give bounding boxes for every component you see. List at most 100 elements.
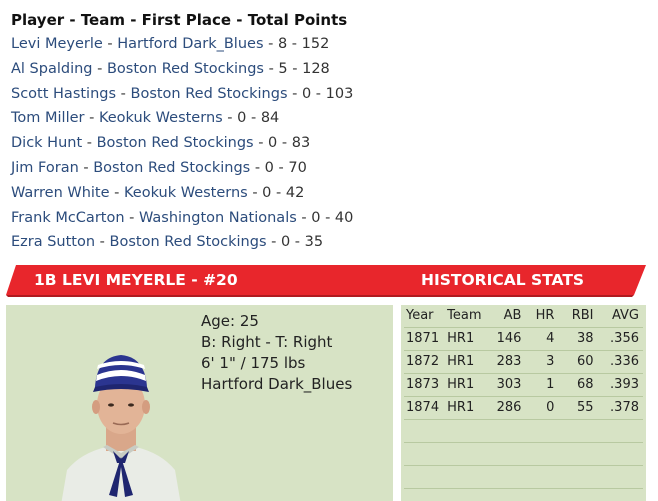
ab-cell: 283 <box>486 350 522 374</box>
score-text: - 5 - 128 <box>263 60 330 77</box>
score-text: - 0 - 103 <box>287 85 354 102</box>
team-link[interactable]: Boston Red Stockings <box>107 61 264 77</box>
stats-title: HISTORICAL STATS <box>421 271 585 289</box>
team-cell: HR1 <box>443 396 487 420</box>
player-bio: Age: 25 B: Right - T: Right 6' 1" / 175 … <box>201 311 352 395</box>
col-hr: HR <box>521 305 555 328</box>
stats-row: 1872 HR1 283 3 60.336 <box>404 350 643 374</box>
stats-row: 1871 HR1 146 4 38.356 <box>404 327 643 351</box>
avg-cell: .356 <box>593 327 643 351</box>
stats-panel: Year Team AB HR RBI AVG 1871 HR1 146 4 38.35… <box>401 305 646 501</box>
player-bats-throws: B: Right - T: Right <box>201 333 333 351</box>
separator: - <box>109 184 124 201</box>
col-year: Year <box>404 305 444 328</box>
player-age: Age: 25 <box>201 312 259 330</box>
stats-empty-row <box>404 419 643 443</box>
hr-cell: 4 <box>521 327 555 351</box>
leaderboard-row: Warren White - Keokuk Westerns - 0 - 42 <box>11 181 651 206</box>
hr-cell: 3 <box>521 350 555 374</box>
rbi-cell: 38 <box>554 327 594 351</box>
leaderboard-row: Al Spalding - Boston Red Stockings - 5 -… <box>11 57 651 82</box>
separator: - <box>92 60 107 77</box>
leaderboard-row: Frank McCarton - Washington Nationals - … <box>11 206 651 231</box>
separator: - <box>95 234 110 251</box>
player-link[interactable]: Warren White <box>11 185 110 201</box>
score-text: - 8 - 152 <box>263 36 330 52</box>
leaderboard-row: Levi Meyerle - Hartford Dark_Blues - 8 -… <box>11 32 651 57</box>
team-link[interactable]: Boston Red Stockings <box>93 160 250 176</box>
col-rbi: RBI <box>554 305 594 328</box>
year-cell: 1873 <box>404 373 444 397</box>
score-text: - 0 - 70 <box>250 159 307 176</box>
year-cell: 1872 <box>404 350 444 374</box>
empty-cell <box>404 442 643 466</box>
team-cell: HR1 <box>443 373 487 397</box>
player-link[interactable]: Dick Hunt <box>11 135 82 151</box>
player-link[interactable]: Ezra Sutton <box>11 234 95 250</box>
team-link[interactable]: Keokuk Westerns <box>99 110 223 126</box>
stats-row: 1873 HR1 303 1 68.393 <box>404 373 643 397</box>
player-link[interactable]: Jim Foran <box>11 160 79 176</box>
leaderboard-row: Ezra Sutton - Boston Red Stockings - 0 -… <box>11 230 651 255</box>
score-text: - 0 - 42 <box>247 184 305 201</box>
stats-row: 1874 HR1 286 0 55.378 <box>404 396 643 420</box>
rbi-cell: 55 <box>554 396 594 420</box>
ab-cell: 146 <box>486 327 522 351</box>
stats-empty-row <box>404 465 643 489</box>
avg-cell: .378 <box>593 396 643 420</box>
leaderboard: Player - Team - First Place - Total Poin… <box>11 8 651 255</box>
stats-empty-row <box>404 442 643 466</box>
stats-table: Year Team AB HR RBI AVG 1871 HR1 146 4 38.35… <box>404 305 643 489</box>
ab-cell: 286 <box>486 396 522 420</box>
team-link[interactable]: Boston Red Stockings <box>131 86 288 102</box>
leaderboard-row: Scott Hastings - Boston Red Stockings - … <box>11 82 651 107</box>
col-ab: AB <box>486 305 522 328</box>
year-cell: 1871 <box>404 327 444 351</box>
player-link[interactable]: Tom Miller <box>11 110 84 126</box>
ab-cell: 303 <box>486 373 522 397</box>
team-link[interactable]: Hartford Dark_Blues <box>117 36 263 52</box>
col-team: Team <box>443 305 487 328</box>
separator: - <box>102 36 118 52</box>
avg-cell: .393 <box>593 373 643 397</box>
hr-cell: 1 <box>521 373 555 397</box>
rbi-cell: 68 <box>554 373 594 397</box>
empty-cell <box>404 465 643 489</box>
player-link[interactable]: Frank McCarton <box>11 210 125 226</box>
team-link[interactable]: Boston Red Stockings <box>97 135 254 151</box>
stats-header-row: Year Team AB HR RBI AVG <box>404 305 643 328</box>
hr-cell: 0 <box>521 396 555 420</box>
col-avg: AVG <box>593 305 643 328</box>
player-height-weight: 6' 1" / 175 lbs <box>201 354 306 372</box>
separator: - <box>124 209 139 226</box>
score-text: - 0 - 83 <box>253 135 311 152</box>
player-link[interactable]: Al Spalding <box>11 61 93 77</box>
leaderboard-row: Dick Hunt - Boston Red Stockings - 0 - 8… <box>11 131 651 156</box>
leaderboard-rows: Levi Meyerle - Hartford Dark_Blues - 8 -… <box>11 32 651 255</box>
rbi-cell: 60 <box>554 350 594 374</box>
separator: - <box>116 85 131 102</box>
leaderboard-header: Player - Team - First Place - Total Poin… <box>11 11 348 29</box>
player-panel: Age: 25 B: Right - T: Right 6' 1" / 175 … <box>6 305 393 501</box>
team-cell: HR1 <box>443 350 487 374</box>
player-link[interactable]: Scott Hastings <box>11 86 116 102</box>
empty-cell <box>404 419 643 443</box>
team-link[interactable]: Boston Red Stockings <box>110 234 267 250</box>
score-text: - 0 - 35 <box>266 234 324 251</box>
player-title: 1B LEVI MEYERLE - #20 <box>34 271 238 289</box>
player-link[interactable]: Levi Meyerle <box>11 36 103 52</box>
team-link[interactable]: Washington Nationals <box>139 210 297 226</box>
team-cell: HR1 <box>443 327 487 351</box>
separator: - <box>84 110 99 127</box>
score-text: - 0 - 40 <box>296 209 354 226</box>
year-cell: 1874 <box>404 396 444 420</box>
leaderboard-row: Tom Miller - Keokuk Westerns - 0 - 84 <box>11 106 651 131</box>
team-link[interactable]: Keokuk Westerns <box>124 185 248 201</box>
section-banner: 1B LEVI MEYERLE - #20 HISTORICAL STATS <box>6 265 646 297</box>
score-text: - 0 - 84 <box>222 110 280 127</box>
player-avatar <box>61 355 181 501</box>
separator: - <box>78 159 94 176</box>
leaderboard-row: Jim Foran - Boston Red Stockings - 0 - 7… <box>11 156 651 181</box>
separator: - <box>82 135 97 152</box>
avg-cell: .336 <box>593 350 643 374</box>
